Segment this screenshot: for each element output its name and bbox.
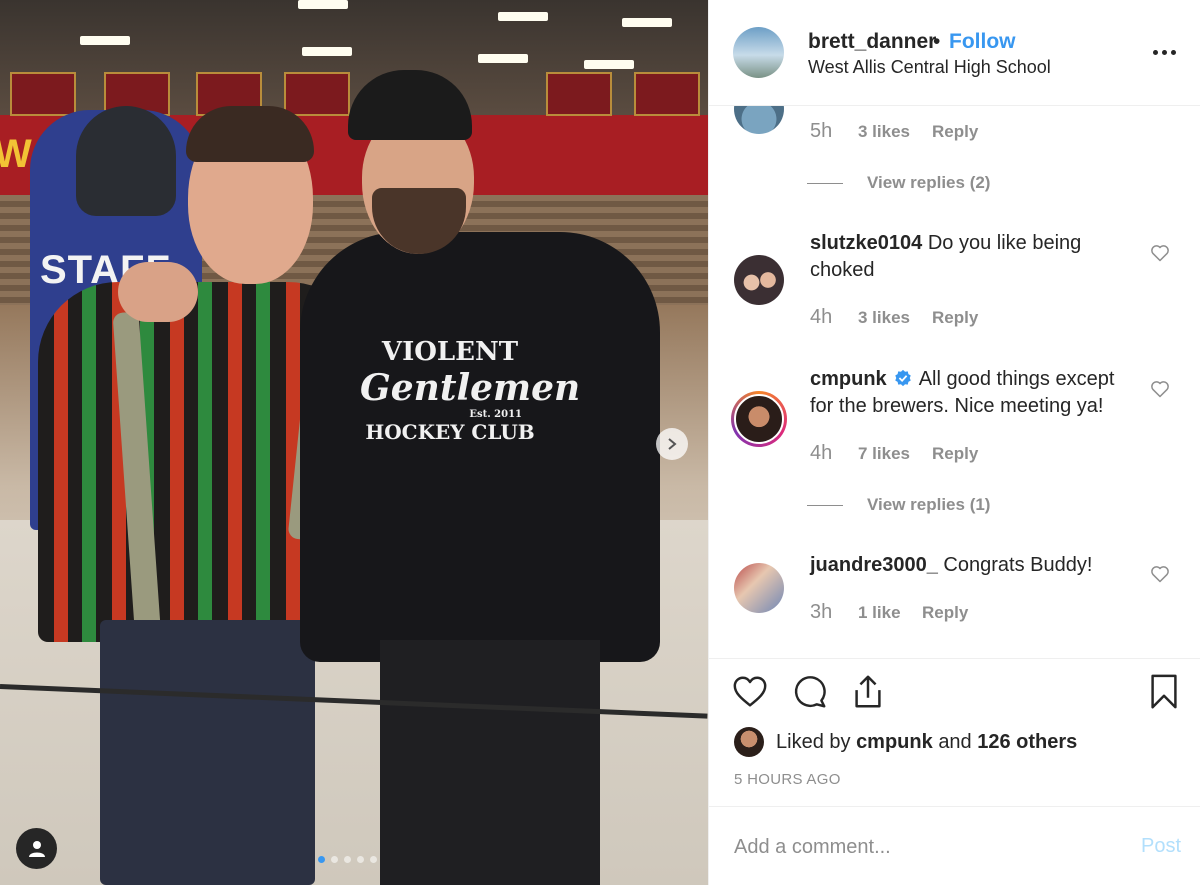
carousel-dot [318,856,325,863]
view-replies-label: View replies (1) [867,495,991,514]
comment-likes[interactable]: 3 likes [858,308,932,328]
hoodie-print: VIOLENT Gentlemen Est. 2011 HOCKEY CLUB [360,337,581,444]
comments-list: 5h 3 likes Reply View replies (2) slutzk… [709,106,1200,658]
comment-time: 5h [810,120,833,142]
black-hoodie [300,232,660,662]
hoodie-line: HOCKEY CLUB [365,419,535,444]
author-username[interactable]: brett_danner [808,30,936,54]
person-right-pants [380,640,600,885]
comment-likes[interactable]: 3 likes [858,122,932,142]
gym-banner [546,72,612,116]
comment-meta: 3h 1 like Reply [810,601,968,624]
view-replies-label: View replies (2) [867,173,991,192]
like-comment-heart-icon[interactable] [1150,243,1170,263]
carousel-dot [344,856,351,863]
comment-body: Congrats Buddy! [943,554,1093,576]
comment-username[interactable]: juandre3000_ [810,554,938,576]
comment-text: cmpunk All good things except for the br… [810,366,1140,420]
ceiling-light [302,47,352,56]
comment-icon[interactable] [791,673,829,711]
comment-meta: 5h 3 likes Reply [810,120,978,143]
story-ring[interactable] [731,391,787,447]
comment-time: 3h [810,601,833,623]
user-icon [28,840,45,857]
more-dot [1153,49,1158,55]
carousel-dot [370,856,377,863]
carousel-next-button[interactable] [656,428,688,460]
more-dot [1171,49,1176,55]
divider-line [807,182,843,184]
tagged-people-button[interactable] [16,828,57,869]
comment-likes[interactable]: 7 likes [858,444,932,464]
carousel-dot [357,856,364,863]
like-comment-heart-icon[interactable] [1150,564,1170,584]
reply-button[interactable]: Reply [932,308,978,328]
share-icon[interactable] [849,673,887,711]
comment-avatar[interactable] [734,563,784,613]
comment-meta: 4h 3 likes Reply [810,306,978,329]
liked-by-summary: Liked by cmpunk and 126 others [734,727,1077,757]
like-comment-heart-icon[interactable] [1150,379,1170,399]
add-comment-bar: Post [709,806,1200,885]
liked-by-and: and [938,730,972,753]
more-options-button[interactable] [1153,42,1179,62]
ceiling-light [478,54,528,63]
ceiling-light [298,0,348,9]
reply-button[interactable]: Reply [922,603,968,623]
more-dot [1162,49,1167,55]
person-left-hair [186,106,314,162]
view-replies-button[interactable]: View replies (1) [807,495,990,515]
post-location[interactable]: West Allis Central High School [808,57,1051,78]
comment-text: slutzke0104 Do you like being choked [810,230,1140,284]
reply-button[interactable]: Reply [932,122,978,142]
chevron-right-icon [668,438,677,450]
bookmark-icon[interactable] [1145,673,1183,711]
header-separator: • [933,30,941,53]
heart-icon[interactable] [731,673,769,711]
ceiling-light [80,36,130,45]
hand-on-shoulder [118,262,198,322]
gym-banner [10,72,76,116]
comment-time: 4h [810,442,833,464]
post-photo[interactable]: Welco STAFF VIOLENT Gentlemen Est. 2011 … [0,0,708,885]
comment-time: 4h [810,306,833,328]
comment-avatar[interactable] [734,255,784,305]
comment-text: juandre3000_ Congrats Buddy! [810,552,1140,579]
liked-by-prefix: Liked by [776,730,851,753]
liked-by-others[interactable]: 126 others [977,731,1077,754]
post-comment-button[interactable]: Post [1141,835,1181,858]
divider-line [807,504,843,506]
gym-banner [284,72,350,116]
comment-username[interactable]: cmpunk [810,368,887,390]
post-header: brett_danner • Follow West Allis Central… [709,0,1200,106]
comment-likes[interactable]: 1 like [858,603,922,623]
verified-badge-icon [895,369,911,387]
post-details-pane: brett_danner • Follow West Allis Central… [708,0,1200,885]
hoodie-line: VIOLENT [381,337,519,367]
post-actions: Liked by cmpunk and 126 others 5 HOURS A… [709,658,1200,806]
liked-by-user[interactable]: cmpunk [856,731,933,754]
post-timestamp[interactable]: 5 HOURS AGO [734,771,841,788]
add-comment-input[interactable] [734,831,1114,863]
ceiling-light [498,12,548,21]
liker-avatar[interactable] [734,727,764,757]
follow-button[interactable]: Follow [949,30,1016,54]
comment-meta: 4h 7 likes Reply [810,442,978,465]
view-replies-button[interactable]: View replies (2) [807,173,990,193]
author-avatar[interactable] [733,27,784,78]
comment-username[interactable]: slutzke0104 [810,232,922,254]
comment-avatar[interactable] [734,106,784,134]
person-left-pants [100,620,315,885]
hoodie-line: Gentlemen [360,366,581,409]
ceiling-light [622,18,672,27]
staff-hood [76,106,176,216]
gym-banner [634,72,700,116]
comment-avatar [734,394,784,444]
ceiling-light [584,60,634,69]
carousel-dot [331,856,338,863]
carousel-dots [318,856,377,863]
reply-button[interactable]: Reply [932,444,978,464]
